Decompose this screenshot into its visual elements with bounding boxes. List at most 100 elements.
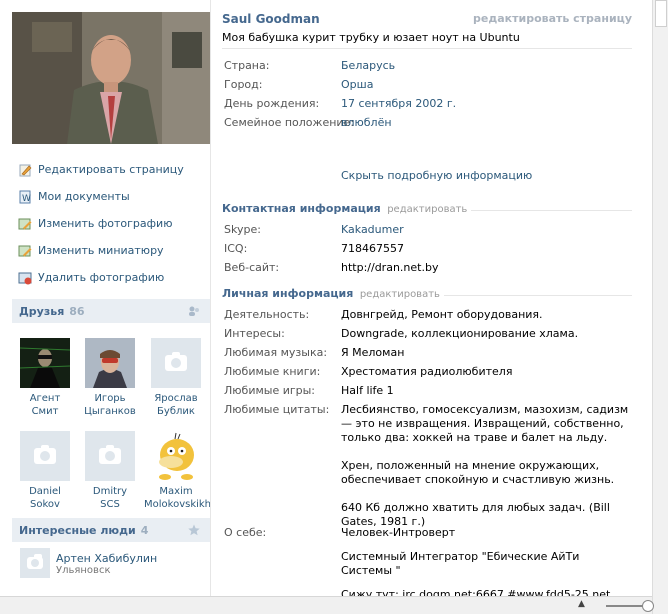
contact-edit-link[interactable]: редактировать — [387, 204, 467, 215]
edit-page-label: Редактировать страницу — [38, 163, 184, 176]
person-avatar-placeholder — [20, 548, 50, 578]
my-documents-action[interactable]: W Мои документы — [18, 183, 208, 210]
friend-avatar-placeholder — [85, 431, 135, 481]
info-key: Город: — [224, 78, 263, 91]
info-value: Довнгрейд, Ремонт оборудования. — [341, 308, 543, 321]
camera-icon — [99, 445, 121, 464]
info-key: Деятельность: — [224, 308, 310, 321]
friend-first-name: Агент — [29, 393, 61, 404]
change-thumbnail-action[interactable]: Изменить миниатюру — [18, 237, 208, 264]
interesting-person-item[interactable]: Артен Хабибулин Ульяновск — [20, 548, 210, 580]
vertical-scrollbar[interactable] — [652, 0, 668, 614]
about-line-1: Человек-Интроверт — [341, 526, 456, 539]
delete-photo-icon — [18, 271, 32, 285]
friends-count: 86 — [69, 304, 85, 318]
friend-item[interactable]: Игорь Цыганков — [78, 338, 142, 418]
profile-photo[interactable] — [12, 12, 210, 144]
info-value: 718467557 — [341, 242, 404, 255]
person-city: Ульяновск — [56, 565, 111, 576]
info-key: Любимые цитаты: — [224, 403, 330, 416]
contact-section-title: Контактная информация — [222, 202, 381, 215]
friend-avatar — [20, 338, 70, 388]
status-bar: ▲ — [0, 596, 654, 614]
friend-first-name: Daniel — [29, 486, 61, 497]
info-value-link[interactable]: влюблён — [341, 116, 631, 129]
info-key: Любимая музыка: — [224, 346, 328, 359]
window-left-edge — [0, 0, 6, 614]
friend-first-name: Игорь — [94, 393, 126, 404]
friends-people-icon — [188, 305, 200, 320]
info-key: Любимые игры: — [224, 384, 316, 397]
scroll-up-arrow-icon[interactable]: ▲ — [578, 599, 585, 609]
info-key: Веб-сайт: — [224, 261, 280, 274]
info-key: Skype: — [224, 223, 261, 236]
about-line-2: Системный Интегратор "Ебические АйТи Сис… — [341, 550, 580, 577]
info-value: Я Меломан — [341, 346, 405, 359]
info-value: Хрестоматия радиолюбителя — [341, 365, 513, 378]
friend-first-name: Maxim — [159, 486, 193, 497]
personal-section-header: Личная информация редактировать — [222, 287, 632, 301]
info-key: О себе: — [224, 526, 267, 539]
friend-last-name: SCS — [100, 499, 120, 510]
edit-photo-icon — [18, 217, 32, 231]
zoom-control[interactable]: ▲ — [570, 599, 654, 613]
edit-thumbnail-icon — [18, 244, 32, 258]
info-value-link[interactable]: 17 сентября 2002 г. — [341, 97, 631, 110]
friend-first-name: Ярослав — [154, 393, 198, 404]
person-name: Артен Хабибулин — [56, 552, 158, 565]
interesting-people-title: Интересные люди — [19, 523, 136, 537]
friend-avatar — [85, 338, 135, 388]
friend-last-name: Смит — [31, 406, 59, 417]
friend-item[interactable]: Maxim Molokovskikh — [144, 431, 212, 511]
quotes-value: Лесбиянство, гомосексуализм, мазохизм, с… — [341, 403, 631, 529]
document-icon: W — [18, 190, 32, 204]
quote-1: Лесбиянство, гомосексуализм, мазохизм, с… — [341, 403, 629, 444]
info-value: Half life 1 — [341, 384, 394, 397]
quote-2: Хрен, положенный на мнение окружающих, о… — [341, 459, 615, 486]
friends-header[interactable]: Друзья 86 — [12, 299, 210, 323]
friend-avatar-placeholder — [151, 338, 201, 388]
friend-avatar — [151, 431, 201, 481]
interesting-people-count: 4 — [140, 523, 149, 537]
change-photo-label: Изменить фотографию — [38, 217, 173, 230]
scrollbar-thumb[interactable] — [655, 0, 667, 27]
info-key: ICQ: — [224, 242, 248, 255]
pencil-icon — [18, 163, 32, 177]
quote-3: 640 Кб должно хватить для любых задач. (… — [341, 501, 610, 528]
star-icon — [188, 524, 200, 539]
profile-status[interactable]: Моя бабушка курит трубку и юзает ноут на… — [222, 31, 520, 44]
friend-item[interactable]: Агент Смит — [13, 338, 77, 418]
profile-actions: Редактировать страницу W Мои документы И… — [18, 156, 208, 291]
friend-first-name: Dmitry — [92, 486, 128, 497]
camera-icon — [165, 352, 187, 371]
interesting-people-header[interactable]: Интересные люди 4 — [12, 518, 210, 542]
friend-item[interactable]: Daniel Sokov — [13, 431, 77, 511]
camera-icon — [34, 445, 56, 464]
delete-photo-label: Удалить фотографию — [38, 271, 165, 284]
info-key: Любимые книги: — [224, 365, 321, 378]
change-thumbnail-label: Изменить миниатюру — [38, 244, 164, 257]
delete-photo-action[interactable]: Удалить фотографию — [18, 264, 208, 291]
friend-avatar-placeholder — [20, 431, 70, 481]
personal-section-title: Личная информация — [222, 287, 354, 300]
friend-item[interactable]: Dmitry SCS — [78, 431, 142, 511]
zoom-slider-track[interactable] — [606, 605, 644, 607]
info-key: Страна: — [224, 59, 270, 72]
profile-photo-image — [12, 12, 210, 144]
info-value-link[interactable]: Kakadumer — [341, 223, 631, 236]
camera-icon — [27, 554, 43, 569]
friend-last-name: Molokovskikh — [144, 499, 212, 510]
svg-text:W: W — [22, 194, 31, 204]
info-value-link[interactable]: Беларусь — [341, 59, 631, 72]
about-value: Человек-Интроверт Системный Интегратор "… — [341, 526, 631, 602]
edit-page-action[interactable]: Редактировать страницу — [18, 156, 208, 183]
friend-item[interactable]: Ярослав Бублик — [144, 338, 208, 418]
edit-page-link[interactable]: редактировать страницу — [473, 12, 632, 25]
friend-last-name: Sokov — [30, 499, 60, 510]
toggle-details-link[interactable]: Скрыть подробную информацию — [341, 169, 532, 182]
info-value-link[interactable]: Орша — [341, 78, 631, 91]
personal-edit-link[interactable]: редактировать — [360, 289, 440, 300]
info-value-link[interactable]: http://dran.net.by — [341, 261, 631, 274]
zoom-slider-knob[interactable] — [642, 600, 654, 612]
change-photo-action[interactable]: Изменить фотографию — [18, 210, 208, 237]
